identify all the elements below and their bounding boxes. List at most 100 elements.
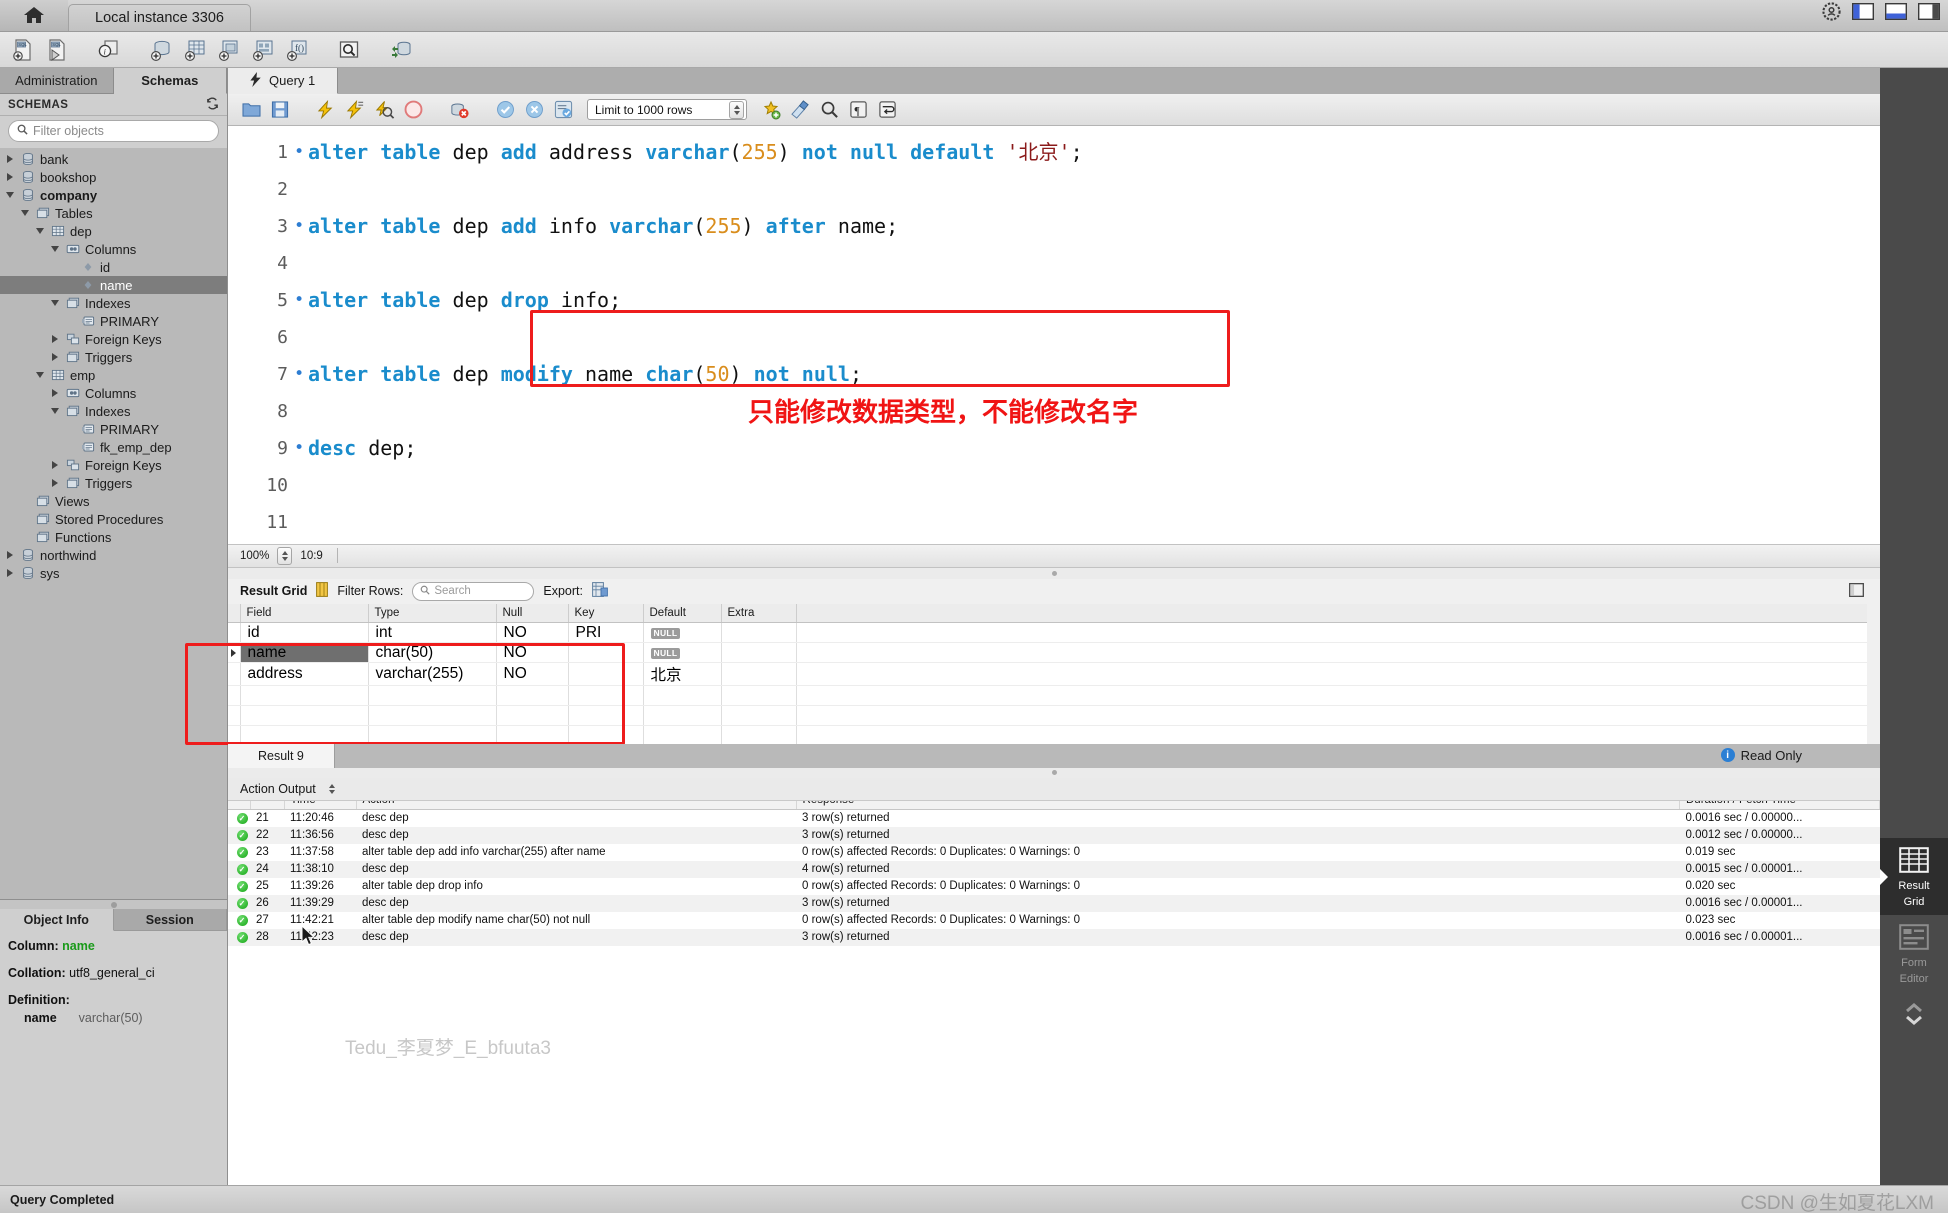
tree-item-columns[interactable]: Columns: [0, 240, 227, 258]
cell-field[interactable]: name: [240, 642, 369, 663]
limit-rows-stepper[interactable]: [729, 100, 744, 119]
action-output-row[interactable]: 21 11:20:46 desc dep 3 row(s) returned 0.001…: [228, 810, 1880, 827]
tree-item-primary[interactable]: PRIMARY: [0, 312, 227, 330]
result-col-extra[interactable]: Extra: [721, 603, 797, 623]
result-grid[interactable]: Field Type Null Key Default Extra id int NO PRI NU…: [228, 603, 1880, 744]
toggle-output-icon[interactable]: [1884, 2, 1908, 25]
cell-empty[interactable]: [568, 685, 644, 706]
find-icon[interactable]: [816, 97, 842, 123]
beautify-icon[interactable]: [758, 97, 784, 123]
shield-gear-icon[interactable]: [1822, 2, 1841, 26]
object-info-resize-handle[interactable]: [0, 900, 227, 909]
tab-session[interactable]: Session: [113, 909, 227, 931]
cell-empty[interactable]: [643, 705, 722, 726]
action-output-resize-handle[interactable]: [228, 767, 1880, 778]
toggle-sidebar-icon[interactable]: [1851, 2, 1875, 25]
chevron-down-icon[interactable]: [49, 298, 60, 309]
chevron-right-icon[interactable]: [4, 154, 15, 165]
cell-key[interactable]: PRI: [568, 622, 644, 643]
tree-item-dep[interactable]: dep: [0, 222, 227, 240]
stop-on-error-icon[interactable]: [446, 97, 472, 123]
tab-query-1[interactable]: Query 1: [228, 68, 339, 94]
tab-schemas[interactable]: Schemas: [113, 68, 227, 94]
action-output-row[interactable]: 25 11:39:26 alter table dep drop info 0 row…: [228, 878, 1880, 895]
table-row[interactable]: id int NO PRI NULL: [228, 622, 1880, 643]
chevron-right-icon[interactable]: [49, 478, 60, 489]
tree-item-views[interactable]: Views: [0, 492, 227, 510]
chevron-down-icon[interactable]: [34, 370, 45, 381]
new-function-icon[interactable]: f(): [282, 36, 312, 64]
refresh-icon[interactable]: [206, 97, 219, 113]
table-row[interactable]: name char(50) NO NULL: [228, 642, 1880, 663]
action-output-row[interactable]: 27 11:42:21 alter table dep modify name ch…: [228, 912, 1880, 929]
tree-item-functions[interactable]: Functions: [0, 528, 227, 546]
result-col-default[interactable]: Default: [643, 603, 722, 623]
new-schema-icon[interactable]: [146, 36, 176, 64]
schema-tree[interactable]: bank bookshop company Tables dep Columns id nam…: [0, 148, 227, 899]
inspect-table-icon[interactable]: [334, 36, 364, 64]
tree-item-stored-procedures[interactable]: Stored Procedures: [0, 510, 227, 528]
tree-item-id[interactable]: id: [0, 258, 227, 276]
open-file-icon[interactable]: [238, 97, 264, 123]
cell-type[interactable]: int: [368, 622, 497, 643]
cell-type[interactable]: varchar(255): [368, 662, 497, 686]
action-col-time[interactable]: Time: [284, 800, 357, 810]
tab-result-9[interactable]: Result 9: [228, 743, 335, 768]
cell-empty[interactable]: [568, 725, 644, 744]
tree-item-columns[interactable]: Columns: [0, 384, 227, 402]
chevron-right-icon[interactable]: [49, 334, 60, 345]
new-stored-procedure-icon[interactable]: [248, 36, 278, 64]
commit-icon[interactable]: [492, 97, 518, 123]
execute-current-icon[interactable]: [342, 97, 368, 123]
chevron-down-icon[interactable]: [49, 244, 60, 255]
tree-item-tables[interactable]: Tables: [0, 204, 227, 222]
result-search-input[interactable]: Search: [412, 581, 535, 601]
result-col-type[interactable]: Type: [368, 603, 497, 623]
tree-item-sys[interactable]: sys: [0, 564, 227, 582]
action-col-response[interactable]: Response: [796, 800, 1680, 810]
clear-context-icon[interactable]: [787, 97, 813, 123]
tab-object-info[interactable]: Object Info: [0, 909, 114, 931]
cell-null[interactable]: NO: [496, 662, 569, 686]
chevron-right-icon[interactable]: [49, 388, 60, 399]
export-icon[interactable]: [592, 582, 608, 600]
tab-administration[interactable]: Administration: [0, 68, 114, 94]
result-col-field[interactable]: Field: [240, 603, 369, 623]
instance-tab[interactable]: Local instance 3306: [68, 4, 251, 31]
chevron-down-icon[interactable]: [4, 190, 15, 201]
cell-empty[interactable]: [240, 685, 369, 706]
action-col-duration[interactable]: Duration / Fetch Time: [1679, 800, 1880, 810]
chevron-down-icon[interactable]: [19, 208, 30, 219]
new-sql-tab-icon[interactable]: SQL: [8, 36, 38, 64]
tree-item-triggers[interactable]: Triggers: [0, 348, 227, 366]
cell-field[interactable]: address: [240, 662, 369, 686]
tree-item-foreign-keys[interactable]: Foreign Keys: [0, 330, 227, 348]
limit-rows-select[interactable]: Limit to 1000 rows: [587, 99, 747, 120]
grid-toggle-icon[interactable]: [316, 582, 329, 600]
action-output-row[interactable]: 2411:38:10desc dep4 row(s) returned0.001…: [228, 860, 1880, 878]
chevron-right-icon[interactable]: [49, 460, 60, 471]
action-output-row[interactable]: 23 11:37:58 alter table dep add info varch…: [228, 844, 1880, 861]
explain-icon[interactable]: [371, 97, 397, 123]
tree-item-indexes[interactable]: Indexes: [0, 402, 227, 420]
cell-empty[interactable]: [721, 685, 797, 706]
tree-item-northwind[interactable]: northwind: [0, 546, 227, 564]
chevron-right-icon[interactable]: [4, 550, 15, 561]
cell-empty[interactable]: [643, 685, 722, 706]
cell-empty[interactable]: [368, 725, 497, 744]
action-col-action[interactable]: Action: [356, 800, 797, 810]
cell-type[interactable]: char(50): [368, 642, 497, 663]
search-input[interactable]: Filter objects: [8, 120, 219, 142]
invisible-chars-icon[interactable]: ¶: [845, 97, 871, 123]
action-output-dropdown[interactable]: [325, 780, 340, 798]
cell-empty[interactable]: [368, 685, 497, 706]
result-grid-view-button[interactable]: Result Grid: [1880, 838, 1948, 915]
table-row-empty[interactable]: [228, 705, 1880, 726]
cell-extra[interactable]: [721, 662, 797, 686]
toggle-secondary-sidebar-icon[interactable]: [1917, 2, 1941, 25]
autocommit-icon[interactable]: [550, 97, 576, 123]
result-col-key[interactable]: Key: [568, 603, 644, 623]
table-row-empty[interactable]: [228, 725, 1880, 744]
cell-empty[interactable]: [721, 705, 797, 726]
chevron-down-icon[interactable]: [34, 226, 45, 237]
